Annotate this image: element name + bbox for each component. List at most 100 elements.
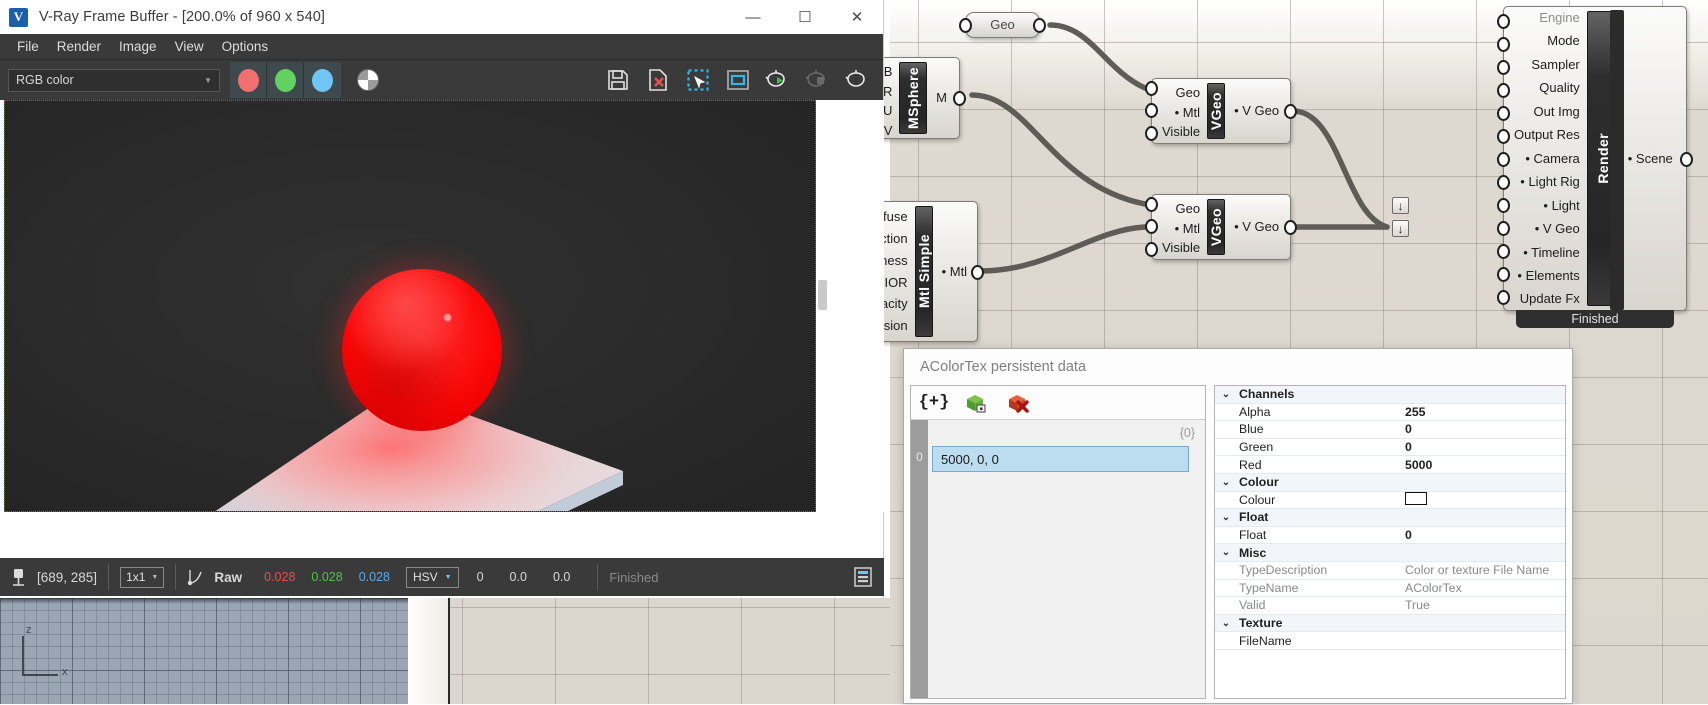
port-elements[interactable]	[1497, 267, 1510, 282]
property-row[interactable]: Float 0	[1215, 527, 1565, 544]
rhino-viewport[interactable]: z x	[0, 598, 408, 704]
port-light-rig[interactable]	[1497, 175, 1510, 190]
region-select-icon[interactable]	[685, 67, 711, 93]
port-out-img[interactable]	[1497, 106, 1510, 121]
red-channel-toggle[interactable]	[230, 62, 267, 98]
property-row[interactable]: Valid True	[1215, 597, 1565, 614]
property-value[interactable]	[1405, 491, 1565, 508]
maximize-button[interactable]: ☐	[779, 0, 831, 34]
property-row[interactable]: FileName	[1215, 632, 1565, 649]
property-grid[interactable]: ⌄ Channels Alpha 255 Blue 0 Green 0 Red 5000 ⌄ Colo…	[1214, 385, 1566, 699]
menu-item-render[interactable]: Render	[48, 36, 110, 57]
blue-channel-toggle[interactable]	[304, 62, 341, 98]
delete-item-icon[interactable]	[1005, 391, 1031, 415]
port-vgeo-mtl[interactable]	[1145, 219, 1158, 234]
property-group-row[interactable]: ⌄ Channels	[1215, 386, 1565, 403]
chevron-down-icon[interactable]: ⌄	[1215, 389, 1237, 400]
property-group-row[interactable]: ⌄ Float	[1215, 509, 1565, 526]
property-value[interactable]: 0	[1405, 440, 1565, 454]
data-grid[interactable]: 0 {0} 5000, 0, 0	[911, 420, 1205, 698]
save-image-icon[interactable]	[605, 67, 631, 93]
port-engine[interactable]	[1497, 14, 1510, 29]
property-value[interactable]: True	[1405, 598, 1565, 612]
port-mtl-out[interactable]	[971, 265, 984, 280]
property-value[interactable]: 0	[1405, 528, 1565, 542]
chevron-down-icon[interactable]: ⌄	[1215, 618, 1237, 629]
property-row[interactable]: TypeName AColorTex	[1215, 580, 1565, 597]
render-image-area[interactable]	[4, 100, 816, 512]
show-region-icon[interactable]	[725, 67, 751, 93]
property-row[interactable]: TypeDescription Color or texture File Nam…	[1215, 562, 1565, 579]
port-vgeo-visible[interactable]	[1145, 126, 1158, 141]
data-cell-0[interactable]: 5000, 0, 0	[932, 446, 1189, 472]
property-row[interactable]: Colour	[1215, 491, 1565, 509]
node-vgeo-bottom[interactable]: Geo • Mtl Visible VGeo • V Geo	[1145, 194, 1297, 260]
alpha-channel-icon[interactable]	[357, 69, 379, 91]
x-axis-line	[22, 674, 58, 676]
render-node-scrollbar[interactable]	[1610, 10, 1624, 310]
property-value[interactable]: 255	[1405, 405, 1565, 419]
port-sampler[interactable]	[1497, 60, 1510, 75]
titlebar[interactable]: V V-Ray Frame Buffer - [200.0% of 960 x …	[0, 0, 883, 34]
history-panel-icon[interactable]	[852, 566, 874, 588]
port-vgeo-geo[interactable]	[1145, 81, 1158, 96]
property-value[interactable]: 5000	[1405, 458, 1565, 472]
download-light-icon[interactable]: ↓	[1392, 197, 1409, 214]
port-scene-out[interactable]	[1680, 152, 1693, 167]
port-vgeo-visible[interactable]	[1145, 242, 1158, 257]
property-group-row[interactable]: ⌄ Misc	[1215, 544, 1565, 561]
property-row[interactable]: Red 5000	[1215, 456, 1565, 473]
port-timeline[interactable]	[1497, 244, 1510, 259]
chevron-down-icon[interactable]: ⌄	[1215, 477, 1237, 488]
port-msphere-m[interactable]	[953, 91, 966, 106]
property-row[interactable]: Blue 0	[1215, 421, 1565, 438]
clear-image-icon[interactable]	[645, 67, 671, 93]
add-item-icon[interactable]	[963, 391, 989, 415]
node-render[interactable]: ↓ ↓ Engine Mode Sampler Quality Out Img …	[1392, 6, 1693, 311]
node-msphere[interactable]: B R U V MSphere M	[866, 57, 966, 139]
close-button[interactable]: ✕	[831, 0, 883, 34]
port-quality[interactable]	[1497, 83, 1510, 98]
minimize-button[interactable]: —	[727, 0, 779, 34]
acolortex-dialog[interactable]: AColorTex persistent data {+} 0 {0} 5000…	[903, 348, 1573, 704]
chevron-down-icon[interactable]: ⌄	[1215, 512, 1237, 523]
port-vgeo-out[interactable]	[1284, 220, 1297, 235]
port-vgeo-out[interactable]	[1284, 104, 1297, 119]
port-light[interactable]	[1497, 198, 1510, 213]
render-start-icon[interactable]	[765, 67, 791, 93]
image-vertical-scrollbar[interactable]	[818, 280, 827, 310]
port-mode[interactable]	[1497, 37, 1510, 52]
port-vgeo-geo[interactable]	[1145, 197, 1158, 212]
render-last-icon[interactable]	[845, 67, 871, 93]
property-value[interactable]: 0	[1405, 422, 1565, 436]
property-group-row[interactable]: ⌄ Texture	[1215, 614, 1565, 632]
property-value[interactable]: Color or texture File Name	[1405, 563, 1565, 577]
channel-select[interactable]: RGB color ▼	[8, 68, 220, 92]
braces-icon[interactable]: {+}	[919, 391, 950, 415]
property-value[interactable]: AColorTex	[1405, 581, 1565, 595]
property-row[interactable]: Green 0	[1215, 439, 1565, 456]
property-group-row[interactable]: ⌄ Colour	[1215, 473, 1565, 491]
green-channel-toggle[interactable]	[267, 62, 304, 98]
port-v-geo[interactable]	[1497, 221, 1510, 236]
port-geo-in[interactable]	[959, 18, 972, 33]
menu-item-image[interactable]: Image	[110, 36, 166, 57]
node-vgeo-top[interactable]: Geo • Mtl Visible VGeo • V Geo	[1145, 78, 1297, 144]
property-row[interactable]: Alpha 255	[1215, 404, 1565, 421]
persistent-data-editor[interactable]: {+} 0 {0} 5000, 0, 0	[910, 385, 1206, 699]
port-update-fx[interactable]	[1497, 290, 1510, 305]
port-output-res[interactable]	[1497, 129, 1510, 144]
color-mode-select[interactable]: HSV ▼	[405, 566, 459, 588]
zoom-ratio-select[interactable]: 1x1 ▼	[120, 566, 165, 588]
render-stop-icon[interactable]	[805, 67, 831, 93]
node-geo-param[interactable]: Geo	[959, 12, 1046, 38]
colour-swatch[interactable]	[1405, 491, 1427, 505]
menu-item-file[interactable]: File	[8, 36, 48, 57]
download-vgeo-icon[interactable]: ↓	[1392, 220, 1409, 237]
chevron-down-icon[interactable]: ⌄	[1215, 547, 1237, 558]
port-vgeo-mtl[interactable]	[1145, 103, 1158, 118]
menu-item-options[interactable]: Options	[213, 36, 278, 57]
port-geo-out[interactable]	[1033, 18, 1046, 33]
port-camera[interactable]	[1497, 152, 1510, 167]
menu-item-view[interactable]: View	[166, 36, 213, 57]
